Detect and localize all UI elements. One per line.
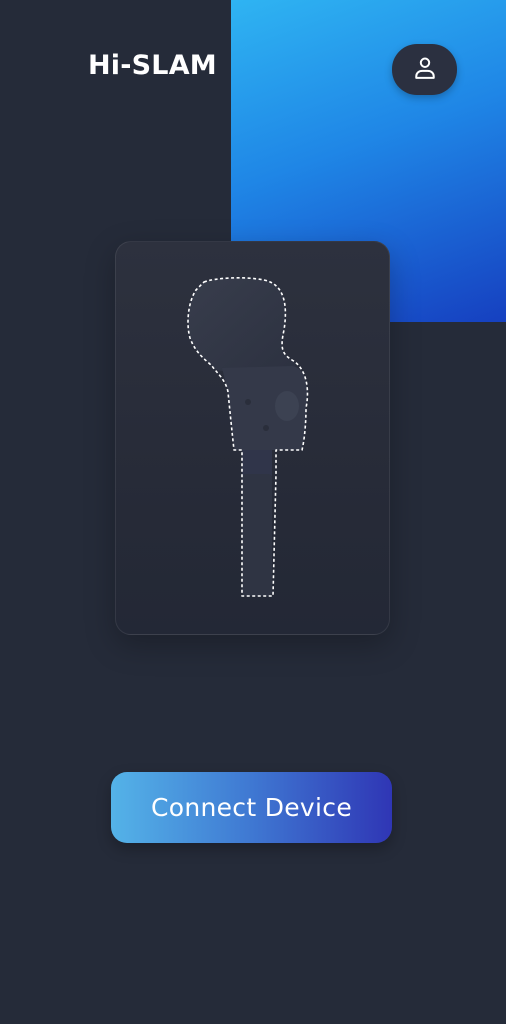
device-card <box>115 241 390 635</box>
connect-device-button[interactable]: Connect Device <box>111 772 392 843</box>
profile-button[interactable] <box>392 44 457 95</box>
screen: Hi-SLAM Connect Device <box>0 0 506 1024</box>
app-title: Hi-SLAM <box>88 50 217 81</box>
user-icon <box>411 54 439 86</box>
